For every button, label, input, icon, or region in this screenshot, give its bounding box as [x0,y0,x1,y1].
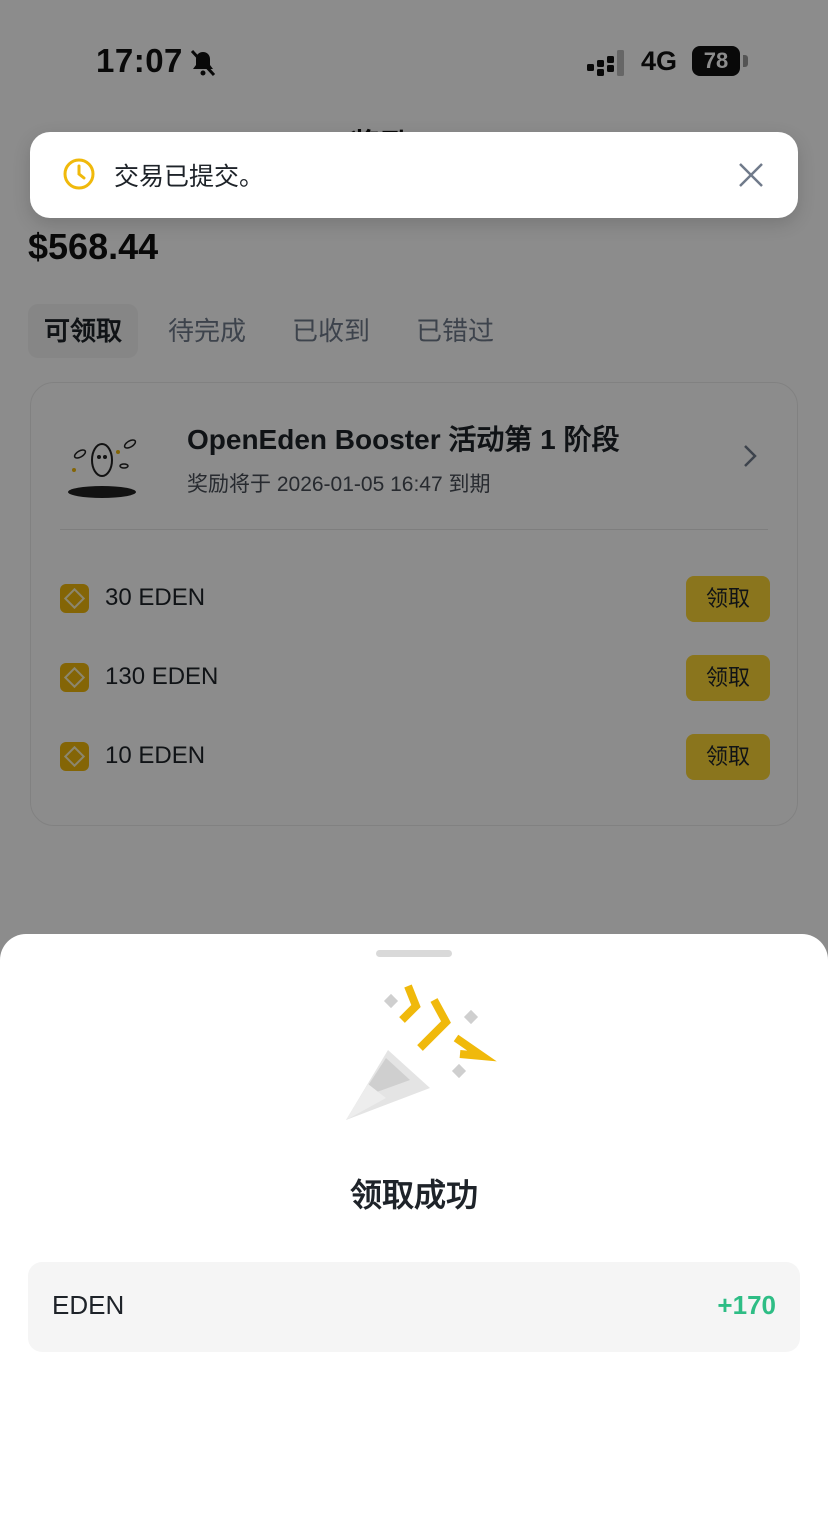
toast-notification: 交易已提交。 [30,132,798,218]
sheet-handle[interactable] [376,950,452,957]
claim-result-row: EDEN +170 [28,1262,800,1352]
result-token: EDEN [52,1290,125,1320]
toast-message: 交易已提交。 [114,163,265,191]
result-amount: +170 [717,1290,776,1320]
claim-success-sheet: 领取成功 EDEN +170 [0,934,828,1530]
close-icon[interactable] [736,160,766,190]
success-title: 领取成功 [349,1177,478,1213]
party-popper-icon [346,984,497,1120]
clock-icon [63,158,95,190]
